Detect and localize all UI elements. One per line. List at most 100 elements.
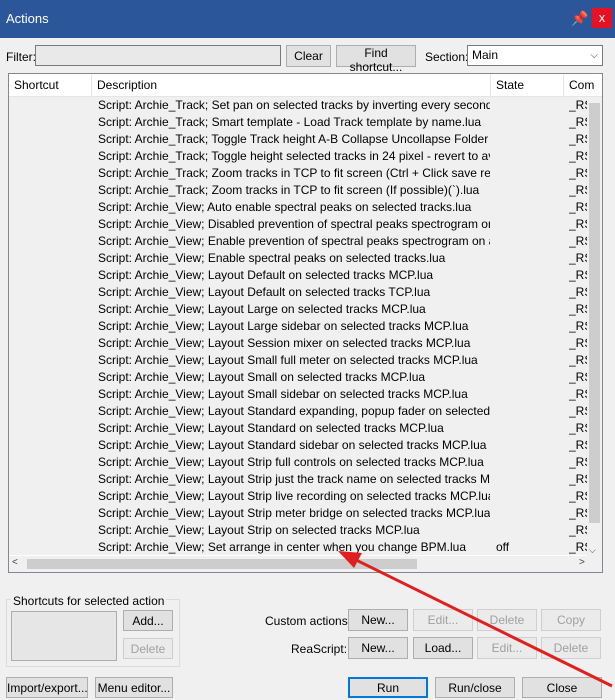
row-description: Script: Archie_View; Layout Small sideba…: [98, 387, 468, 401]
title-bar: Actions 📌 x: [0, 0, 615, 38]
table-body: Script: Archie_Track; Set pan on selecte…: [9, 97, 587, 555]
row-description: Script: Archie_View; Layout Small full m…: [98, 353, 478, 367]
row-command: _RS: [569, 421, 587, 435]
table-row[interactable]: Script: Archie_View; Layout Small sideba…: [9, 386, 587, 403]
reascript-label: ReaScript:: [291, 642, 348, 656]
table-row[interactable]: Script: Archie_Track; Toggle Track heigh…: [9, 131, 587, 148]
col-shortcut[interactable]: Shortcut: [9, 74, 92, 96]
table-row[interactable]: Script: Archie_View; Layout Strip full c…: [9, 454, 587, 471]
delete-shortcut-button[interactable]: Delete: [123, 638, 173, 659]
menu-editor-button[interactable]: Menu editor...: [95, 677, 173, 698]
custom-copy-button[interactable]: Copy: [541, 609, 601, 631]
table-row[interactable]: Script: Archie_Track; Zoom tracks in TCP…: [9, 182, 587, 199]
table-row[interactable]: Script: Archie_View; Disabled prevention…: [9, 216, 587, 233]
table-row[interactable]: Script: Archie_View; Layout Small full m…: [9, 352, 587, 369]
row-command: _RS: [569, 200, 587, 214]
table-row[interactable]: Script: Archie_View; Layout Large on sel…: [9, 301, 587, 318]
table-row[interactable]: Script: Archie_View; Layout Strip on sel…: [9, 522, 587, 539]
vertical-scrollbar[interactable]: ⌵: [587, 97, 602, 556]
row-command: _RS: [569, 353, 587, 367]
row-command: _RS: [569, 217, 587, 231]
import-export-button[interactable]: Import/export...: [6, 677, 88, 698]
row-description: Script: Archie_View; Layout Large sideba…: [98, 319, 469, 333]
custom-edit-button[interactable]: Edit...: [413, 609, 473, 631]
table-row[interactable]: Script: Archie_Track; Toggle height sele…: [9, 148, 587, 165]
row-command: _RS: [569, 336, 587, 350]
find-shortcut-button[interactable]: Find shortcut...: [336, 45, 416, 74]
row-description: Script: Archie_View; Auto enable spectra…: [98, 200, 472, 214]
table-row[interactable]: Script: Archie_Track; Set pan on selecte…: [9, 97, 587, 114]
clear-button[interactable]: Clear: [286, 45, 331, 67]
table-row[interactable]: Script: Archie_Track; Zoom tracks in TCP…: [9, 165, 587, 182]
table-row[interactable]: Script: Archie_View; Layout Strip just t…: [9, 471, 587, 488]
reascript-load-button[interactable]: Load...: [413, 637, 473, 659]
reascript-delete-button[interactable]: Delete: [541, 637, 601, 659]
row-description: Script: Archie_View; Layout Standard sid…: [98, 438, 487, 452]
shortcut-list[interactable]: [11, 611, 117, 661]
run-close-button[interactable]: Run/close: [435, 677, 515, 698]
reascript-new-button[interactable]: New...: [348, 637, 408, 659]
table-row[interactable]: Script: Archie_View; Auto enable spectra…: [9, 199, 587, 216]
row-description: Script: Archie_View; Layout Small on sel…: [98, 370, 426, 384]
pin-icon[interactable]: 📌: [571, 10, 588, 26]
row-description: Script: Archie_View; Layout Strip on sel…: [98, 523, 420, 537]
row-description: Script: Archie_View; Enable prevention o…: [98, 234, 490, 248]
row-command: _RS: [569, 115, 587, 129]
row-description: Script: Archie_Track; Set pan on selecte…: [98, 98, 490, 112]
row-command: _RS: [569, 234, 587, 248]
table-row[interactable]: Script: Archie_View; Layout Standard exp…: [9, 403, 587, 420]
row-command: _RS: [569, 370, 587, 384]
table-row[interactable]: Script: Archie_View; Layout Strip live r…: [9, 488, 587, 505]
chevron-down-icon: ⌵: [590, 50, 598, 61]
scroll-right-icon[interactable]: >: [579, 557, 585, 568]
table-row[interactable]: Script: Archie_Track; Smart template - L…: [9, 114, 587, 131]
table-row[interactable]: Script: Archie_View; Layout Default on s…: [9, 284, 587, 301]
table-row[interactable]: Script: Archie_View; Enable prevention o…: [9, 233, 587, 250]
row-command: _RS: [569, 540, 587, 554]
scroll-left-icon[interactable]: <: [12, 557, 18, 568]
reascript-edit-button[interactable]: Edit...: [477, 637, 537, 659]
filter-input[interactable]: [35, 45, 281, 66]
add-shortcut-button[interactable]: Add...: [123, 610, 173, 631]
table-row[interactable]: Script: Archie_View; Enable spectral pea…: [9, 250, 587, 267]
run-button[interactable]: Run: [348, 677, 428, 698]
table-row[interactable]: Script: Archie_View; Layout Standard sid…: [9, 437, 587, 454]
row-command: _RS: [569, 149, 587, 163]
custom-new-button[interactable]: New...: [348, 609, 408, 631]
horizontal-scrollbar[interactable]: < >: [9, 556, 602, 572]
section-select[interactable]: Main ⌵: [467, 45, 603, 66]
row-command: _RS: [569, 404, 587, 418]
shortcuts-group-title: Shortcuts for selected action: [11, 594, 167, 608]
filter-label: Filter:: [6, 50, 36, 64]
row-description: Script: Archie_Track; Toggle Track heigh…: [98, 132, 490, 146]
scroll-thumb[interactable]: [589, 103, 600, 523]
row-description: Script: Archie_View; Set arrange in cent…: [98, 540, 466, 554]
row-description: Script: Archie_View; Layout Standard on …: [98, 421, 444, 435]
table-row[interactable]: Script: Archie_View; Layout Standard on …: [9, 420, 587, 437]
row-command: _RS: [569, 506, 587, 520]
custom-actions-label: Custom actions:: [265, 614, 352, 628]
table-row[interactable]: Script: Archie_View; Layout Session mixe…: [9, 335, 587, 352]
row-command: _RS: [569, 183, 587, 197]
section-value: Main: [472, 48, 499, 62]
col-state[interactable]: State: [491, 74, 564, 96]
table-row[interactable]: Script: Archie_View; Set arrange in cent…: [9, 539, 587, 555]
custom-delete-button[interactable]: Delete: [477, 609, 537, 631]
table-row[interactable]: Script: Archie_View; Layout Strip meter …: [9, 505, 587, 522]
window-close-button[interactable]: x: [592, 8, 612, 28]
col-command[interactable]: Com: [564, 74, 602, 96]
table-row[interactable]: Script: Archie_View; Layout Default on s…: [9, 267, 587, 284]
row-command: _RS: [569, 302, 587, 316]
row-state: off: [496, 540, 510, 554]
scroll-down-icon[interactable]: ⌵: [589, 545, 596, 556]
hscroll-thumb[interactable]: [27, 559, 417, 569]
row-command: _RS: [569, 166, 587, 180]
close-button[interactable]: Close: [522, 677, 602, 698]
row-description: Script: Archie_View; Layout Strip full c…: [98, 455, 484, 469]
sort-ascending-icon: ⌃: [287, 73, 295, 80]
row-description: Script: Archie_Track; Zoom tracks in TCP…: [98, 166, 490, 180]
table-row[interactable]: Script: Archie_View; Layout Small on sel…: [9, 369, 587, 386]
row-command: _RS: [569, 523, 587, 537]
section-label: Section:: [425, 50, 469, 64]
table-row[interactable]: Script: Archie_View; Layout Large sideba…: [9, 318, 587, 335]
